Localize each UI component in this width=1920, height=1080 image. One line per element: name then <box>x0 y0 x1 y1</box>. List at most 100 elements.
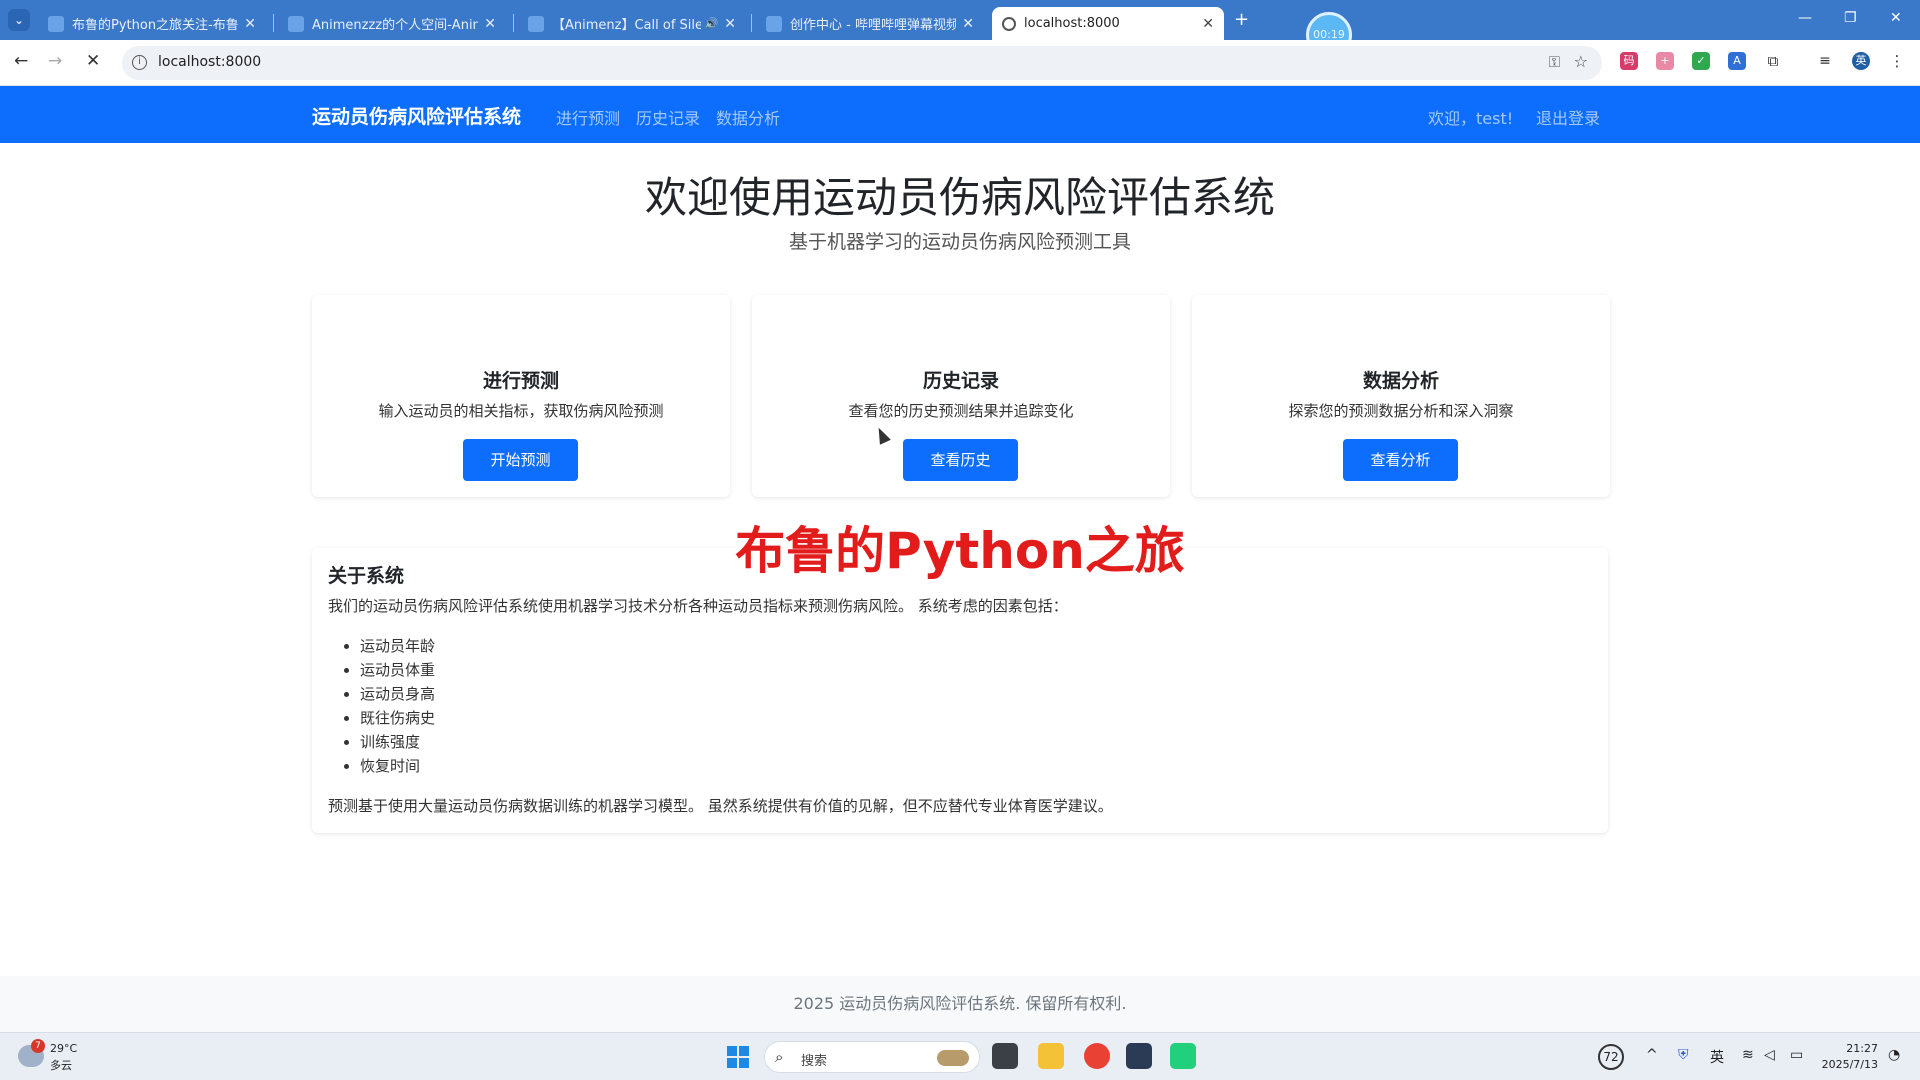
card-title: 进行预测 <box>482 370 559 392</box>
browser-tab-3[interactable]: 【Animenz】Call of Silen 🔊 ✕ <box>518 7 746 40</box>
card-title: 数据分析 <box>1362 370 1439 392</box>
back-arrow-icon[interactable]: ← <box>14 51 28 71</box>
nav-link-history[interactable]: 历史记录 <box>636 105 700 129</box>
extensions-puzzle-icon[interactable]: ⧉ <box>1764 52 1782 70</box>
list-item: 既往伤病史 <box>360 706 435 730</box>
notification-bell-icon[interactable]: ◔ <box>1888 1047 1900 1063</box>
url-text[interactable]: localhost:8000 <box>158 54 261 70</box>
nav-link-analysis[interactable]: 数据分析 <box>716 105 780 129</box>
browser-tab-2[interactable]: Animenzzz的个人空间-Anime ✕ <box>278 7 506 40</box>
welcome-user: 欢迎，test! <box>1428 109 1514 128</box>
weather-temperature[interactable]: 29°C <box>50 1042 77 1055</box>
card-history: 历史记录 查看您的历史预测结果并追踪变化 查看历史 <box>752 295 1170 497</box>
clock-time[interactable]: 21:27 <box>1838 1042 1878 1055</box>
list-item: 运动员身高 <box>360 682 435 706</box>
bilibili-favicon-icon <box>528 15 544 32</box>
browser-tab-active[interactable]: localhost:8000 ✕ <box>992 7 1224 40</box>
tab-title: Animenzzz的个人空间-Anime <box>312 18 479 33</box>
globe-favicon-icon <box>1002 16 1016 31</box>
card-predict: 进行预测 输入运动员的相关指标，获取伤病风险预测 开始预测 <box>312 295 730 497</box>
minimize-icon[interactable]: — <box>1798 10 1812 26</box>
card-description: 查看您的历史预测结果并追踪变化 <box>848 402 1074 420</box>
tab-search-chevron-icon[interactable]: ⌄ <box>8 9 30 31</box>
list-item: 运动员体重 <box>360 658 435 682</box>
file-explorer-icon[interactable] <box>1038 1043 1064 1069</box>
profile-avatar-icon[interactable]: 英 <box>1852 52 1870 70</box>
list-item: 训练强度 <box>360 730 435 754</box>
battery-icon[interactable]: ▭ <box>1790 1047 1803 1063</box>
view-analysis-button[interactable]: 查看分析 <box>1343 439 1458 481</box>
bookmark-star-icon[interactable]: ☆ <box>1574 52 1588 71</box>
about-section: 关于系统 我们的运动员伤病风险评估系统使用机器学习技术分析各种运动员指标来预测伤… <box>312 548 1608 833</box>
logout-link[interactable]: 退出登录 <box>1536 105 1600 129</box>
shield-icon[interactable]: ⛨ <box>1678 1047 1689 1063</box>
password-key-icon[interactable]: ⚿ <box>1549 53 1560 71</box>
browser-tab-1[interactable]: 布鲁的Python之旅关注-布鲁的 ✕ <box>38 7 266 40</box>
extension-pink-icon[interactable]: + <box>1656 52 1674 70</box>
restore-icon[interactable]: ❐ <box>1844 10 1857 26</box>
page-title: 欢迎使用运动员伤病风险评估系统 <box>644 173 1275 222</box>
nav-link-predict[interactable]: 进行预测 <box>556 105 620 129</box>
view-history-button[interactable]: 查看历史 <box>903 439 1018 481</box>
search-highlight-image <box>937 1050 969 1066</box>
app-icon[interactable] <box>1126 1043 1152 1069</box>
new-tab-icon[interactable]: + <box>1234 9 1249 30</box>
bilibili-favicon-icon <box>766 15 782 32</box>
close-window-icon[interactable]: ✕ <box>1890 10 1902 26</box>
tab-separator <box>751 14 752 32</box>
ime-indicator[interactable]: 英 <box>1710 1047 1724 1067</box>
tray-badge[interactable]: 72 <box>1598 1044 1624 1070</box>
start-predict-button[interactable]: 开始预测 <box>463 439 578 481</box>
browser-tab-strip: ⌄ 布鲁的Python之旅关注-布鲁的 ✕ Animenzzz的个人空间-Ani… <box>0 0 1920 58</box>
media-control-icon[interactable]: ≡ <box>1816 52 1834 70</box>
page-subtitle: 基于机器学习的运动员伤病风险预测工具 <box>788 231 1131 253</box>
close-tab-icon[interactable]: ✕ <box>244 16 256 32</box>
list-item: 运动员年龄 <box>360 634 435 658</box>
card-description: 输入运动员的相关指标，获取伤病风险预测 <box>378 402 664 420</box>
card-title: 历史记录 <box>922 370 999 392</box>
tab-separator <box>513 14 514 32</box>
taskbar-search[interactable]: ⌕ 搜索 <box>764 1041 980 1073</box>
extension-shield-icon[interactable]: ✓ <box>1692 52 1710 70</box>
tab-title: 【Animenz】Call of Silen <box>552 18 701 33</box>
site-footer: 2025 运动员伤病风险评估系统. 保留所有权利. <box>0 976 1920 1032</box>
close-tab-icon[interactable]: ✕ <box>1202 16 1214 32</box>
start-menu-icon[interactable] <box>727 1046 749 1068</box>
stop-loading-icon[interactable]: ✕ <box>86 51 100 71</box>
address-bar[interactable]: i localhost:8000 ⚿ ☆ <box>122 46 1602 80</box>
speaker-icon[interactable]: 🔊 <box>705 17 719 30</box>
weather-description[interactable]: 多云 <box>50 1057 72 1073</box>
browser-menu-icon[interactable]: ⋮ <box>1888 52 1906 70</box>
close-tab-icon[interactable]: ✕ <box>962 16 974 32</box>
factor-list: 运动员年龄 运动员体重 运动员身高 既往伤病史 训练强度 恢复时间 <box>360 634 435 778</box>
windows-taskbar: 7 29°C 多云 ⌕ 搜索 72 ^ ⛨ 英 ≋ ◁ ▭ 21:27 2025… <box>0 1032 1920 1080</box>
close-tab-icon[interactable]: ✕ <box>484 16 496 32</box>
clock-date[interactable]: 2025/7/13 <box>1820 1058 1878 1071</box>
list-item: 恢复时间 <box>360 754 435 778</box>
tab-title: 创作中心 - 哔哩哔哩弹幕视频 <box>790 18 957 33</box>
card-analysis: 数据分析 探索您的预测数据分析和深入洞察 查看分析 <box>1192 295 1610 497</box>
chrome-icon[interactable] <box>1084 1043 1110 1069</box>
forward-arrow-icon[interactable]: → <box>48 51 62 71</box>
video-watermark: 布鲁的Python之旅 <box>735 522 1185 580</box>
wifi-icon[interactable]: ≋ <box>1742 1047 1754 1063</box>
site-brand[interactable]: 运动员伤病风险评估系统 <box>312 102 521 129</box>
tab-title: localhost:8000 <box>1024 16 1120 31</box>
browser-tab-4[interactable]: 创作中心 - 哔哩哔哩弹幕视频 ✕ <box>756 7 984 40</box>
bilibili-favicon-icon <box>48 15 64 32</box>
close-tab-icon[interactable]: ✕ <box>724 16 736 32</box>
extension-red-icon[interactable]: 码 <box>1620 52 1638 70</box>
browser-toolbar: ← → ✕ i localhost:8000 ⚿ ☆ 码 + ✓ A ⧉ ≡ 英… <box>0 40 1920 86</box>
pycharm-icon[interactable] <box>1170 1043 1196 1069</box>
task-view-icon[interactable] <box>992 1043 1018 1069</box>
search-icon: ⌕ <box>775 1048 784 1066</box>
volume-icon[interactable]: ◁ <box>1764 1047 1775 1063</box>
site-info-icon[interactable]: i <box>132 55 147 70</box>
about-intro: 我们的运动员伤病风险评估系统使用机器学习技术分析各种运动员指标来预测伤病风险。 … <box>328 597 1068 615</box>
weather-badge: 7 <box>31 1039 45 1053</box>
chevron-up-icon[interactable]: ^ <box>1646 1047 1658 1063</box>
tab-separator <box>273 14 274 32</box>
site-navbar: 运动员伤病风险评估系统 进行预测 历史记录 数据分析 欢迎，test! 退出登录 <box>0 86 1920 143</box>
extension-blue-icon[interactable]: A <box>1728 52 1746 70</box>
card-description: 探索您的预测数据分析和深入洞察 <box>1288 402 1514 420</box>
